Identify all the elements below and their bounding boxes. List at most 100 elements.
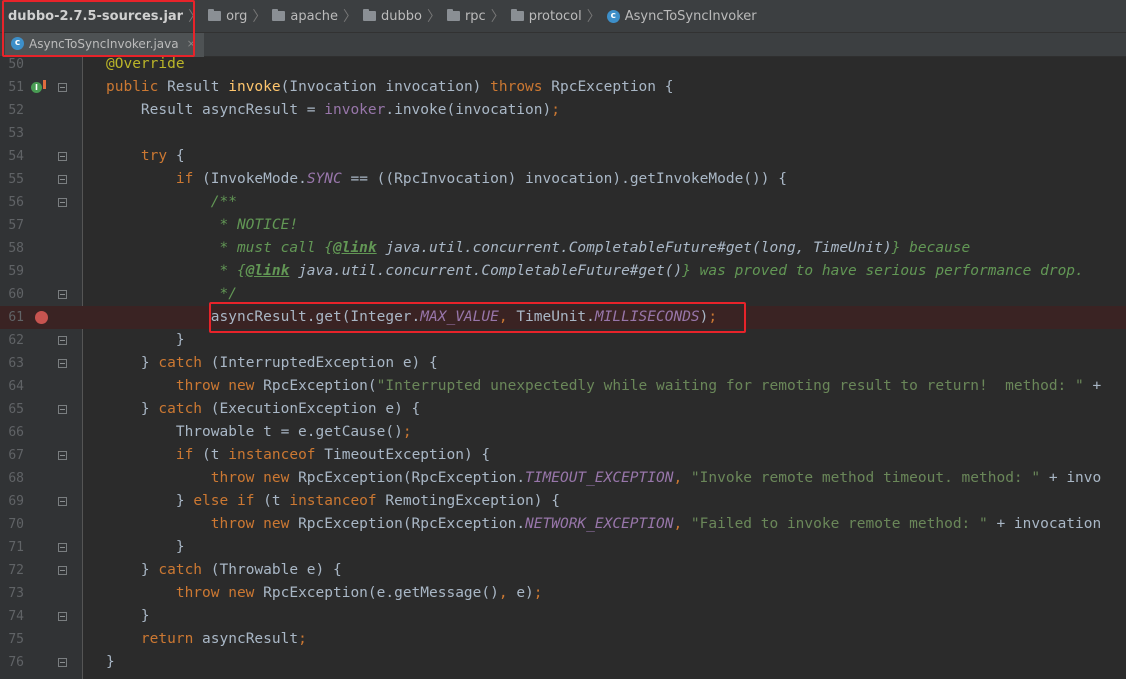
code-line[interactable]: 73 throw new RpcException(e.getMessage()…: [0, 582, 1126, 605]
line-number: 71: [8, 540, 24, 555]
line-number: 75: [8, 632, 24, 647]
code-line[interactable]: 76}: [0, 651, 1126, 674]
breadcrumb-item-class[interactable]: c AsyncToSyncInvoker: [606, 9, 757, 24]
fold-icon[interactable]: [58, 290, 67, 299]
code-text: @Override: [106, 57, 185, 72]
code-line[interactable]: 74 }: [0, 605, 1126, 628]
breadcrumb-label: apache: [290, 8, 338, 24]
breadcrumb-label: dubbo: [381, 8, 422, 24]
line-number: 72: [8, 563, 24, 578]
line-number: 66: [8, 425, 24, 440]
line-number: 53: [8, 126, 24, 141]
fold-icon[interactable]: [58, 612, 67, 621]
breadcrumb-separator: 〉: [490, 9, 505, 25]
fold-icon[interactable]: [58, 566, 67, 575]
code-text: }: [106, 608, 150, 624]
code-text: /**: [210, 194, 237, 210]
line-number: 63: [8, 356, 24, 371]
breadcrumb-item-rpc[interactable]: rpc: [446, 8, 486, 24]
code-text: throw new RpcException(e.getMessage(), e…: [175, 585, 543, 601]
breakpoint-icon[interactable]: [35, 311, 48, 324]
line-number: 74: [8, 609, 24, 624]
fold-icon[interactable]: [58, 405, 67, 414]
code-text: }: [106, 654, 115, 670]
fold-icon[interactable]: [58, 336, 67, 345]
code-line[interactable]: 51 Ipublic Result invoke(Invocation invoc…: [0, 76, 1126, 99]
code-line[interactable]: 50 @Override: [0, 57, 1126, 76]
line-number: 65: [8, 402, 24, 417]
code-line[interactable]: 52 Result asyncResult = invoker.invoke(i…: [0, 99, 1126, 122]
line-number: 68: [8, 471, 24, 486]
code-line[interactable]: 55 if (InvokeMode.SYNC == ((RpcInvocatio…: [0, 168, 1126, 191]
fold-icon[interactable]: [58, 175, 67, 184]
code-text: if (InvokeMode.SYNC == ((RpcInvocation) …: [175, 171, 787, 187]
code-line[interactable]: 69 } else if (t instanceof RemotingExcep…: [0, 490, 1126, 513]
line-number: 60: [8, 287, 24, 302]
fold-icon[interactable]: [58, 451, 67, 460]
code-text: * {@link java.util.concurrent.Completabl…: [106, 263, 1084, 279]
code-text: try {: [140, 148, 185, 164]
line-number: 67: [8, 448, 24, 463]
code-text: * must call {@link java.util.concurrent.…: [106, 240, 971, 256]
annotation-box-file: [2, 0, 195, 57]
line-number: 55: [8, 172, 24, 187]
code-text: Throwable t = e.getCause();: [106, 424, 412, 440]
code-editor[interactable]: 50 @Override 51 Ipublic Result invoke(Invoc…: [0, 57, 1126, 679]
code-line[interactable]: 68 throw new RpcException(RpcException.T…: [0, 467, 1126, 490]
folder-icon: [272, 9, 286, 21]
code-line[interactable]: 58 * must call {@link java.util.concurre…: [0, 237, 1126, 260]
breadcrumb-separator: 〉: [586, 9, 601, 25]
breadcrumb-label: rpc: [464, 8, 486, 24]
code-line[interactable]: 57 * NOTICE!: [0, 214, 1126, 237]
line-number: 64: [8, 379, 24, 394]
code-text: throw new RpcException("Interrupted unex…: [175, 378, 1102, 394]
class-icon: c: [606, 9, 620, 23]
breadcrumb-item-apache[interactable]: apache: [272, 9, 338, 24]
code-line[interactable]: 66 Throwable t = e.getCause();: [0, 421, 1126, 444]
line-number: 70: [8, 517, 24, 532]
folder-icon: [446, 9, 460, 21]
code-line[interactable]: 53: [0, 122, 1126, 145]
code-line[interactable]: 71 }: [0, 536, 1126, 559]
line-number: 57: [8, 218, 24, 233]
code-line[interactable]: 64 throw new RpcException("Interrupted u…: [0, 375, 1126, 398]
breadcrumb-item-dubbo[interactable]: dubbo: [363, 9, 422, 24]
code-text: if (t instanceof TimeoutException) {: [175, 447, 491, 463]
code-text: Result asyncResult = invoker.invoke(invo…: [106, 102, 560, 118]
fold-icon[interactable]: [58, 497, 67, 506]
fold-icon[interactable]: [58, 152, 67, 161]
code-line[interactable]: 70 throw new RpcException(RpcException.N…: [0, 513, 1126, 536]
breadcrumb-label: org: [226, 8, 248, 24]
breadcrumb-item-protocol[interactable]: protocol: [510, 9, 582, 24]
fold-icon[interactable]: [58, 658, 67, 667]
breadcrumb-separator: 〉: [252, 9, 267, 25]
fold-icon[interactable]: [58, 83, 67, 92]
fold-icon[interactable]: [58, 543, 67, 552]
code-line[interactable]: 59 * {@link java.util.concurrent.Complet…: [0, 260, 1126, 283]
code-text: public Result invoke(Invocation invocati…: [106, 79, 674, 95]
breadcrumb-item-org[interactable]: org: [208, 9, 247, 24]
code-line[interactable]: 72 } catch (Throwable e) {: [0, 559, 1126, 582]
code-line[interactable]: 54 try {: [0, 145, 1126, 168]
line-number: 59: [8, 264, 24, 279]
line-number: 54: [8, 149, 24, 164]
code-text: }: [106, 539, 185, 555]
implements-method-icon[interactable]: I: [31, 82, 42, 93]
code-line[interactable]: 65 } catch (ExecutionException e) {: [0, 398, 1126, 421]
code-text: } catch (Throwable e) {: [106, 562, 342, 578]
folder-icon: [363, 9, 376, 21]
code-text: return asyncResult;: [140, 631, 307, 647]
code-line[interactable]: 75 return asyncResult;: [0, 628, 1126, 651]
code-line[interactable]: 63 } catch (InterruptedException e) {: [0, 352, 1126, 375]
code-text: }: [106, 332, 185, 348]
code-line[interactable]: 67 if (t instanceof TimeoutException) {: [0, 444, 1126, 467]
fold-icon[interactable]: [58, 198, 67, 207]
up-arrow-icon: [43, 80, 46, 89]
line-number: 61: [8, 310, 24, 325]
code-line[interactable]: 56 /**: [0, 191, 1126, 214]
fold-icon[interactable]: [58, 359, 67, 368]
code-text: } catch (ExecutionException e) {: [106, 401, 421, 417]
line-number: 58: [8, 241, 24, 256]
breadcrumb-separator: 〉: [343, 9, 357, 25]
code-text: throw new RpcException(RpcException.NETW…: [210, 516, 1102, 532]
